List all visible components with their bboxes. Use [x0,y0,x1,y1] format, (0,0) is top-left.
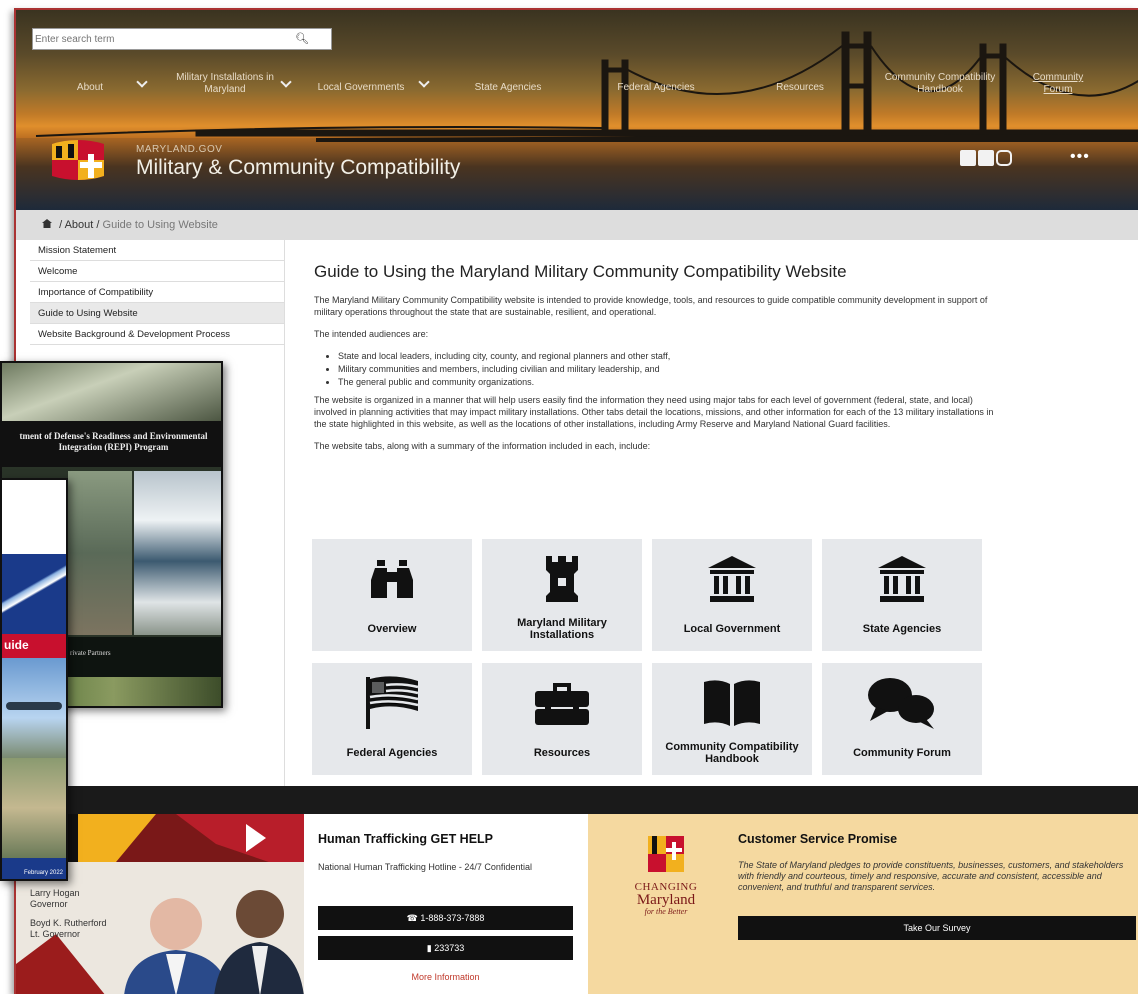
tabs-lead: The website tabs, along with a summary o… [314,441,651,451]
tile-overview[interactable]: Overview [312,539,472,651]
nav-local-governments[interactable]: Local Governments [312,82,410,94]
governor-title: Governor [30,899,68,909]
toolbox-icon [535,683,589,725]
page-title: Guide to Using the Maryland Military Com… [314,262,847,281]
guide-document-cover: uide February 2022 [0,478,68,881]
list-item: State and local leaders, including city,… [338,350,994,362]
logo-text-bottom: for the Better [644,907,688,916]
breadcrumb-separator: / [59,219,63,231]
facebook-icon[interactable] [960,150,976,166]
mobile-icon: ▮ [426,943,432,953]
tile-label: State Agencies [862,623,942,635]
sidebar: Mission Statement Welcome Importance of … [30,240,284,345]
us-flag-icon [366,676,419,729]
main-content: Guide to Using the Maryland Military Com… [314,262,994,462]
screenshot-canvas: 🔍︎ About Military Installations in Maryl… [0,0,1138,994]
breadcrumb-about[interactable]: About [65,219,94,231]
nav-resources[interactable]: Resources [760,82,840,94]
tile-label: Community Forum [853,747,951,759]
tile-label: Federal Agencies [346,747,438,759]
nav-military-installations[interactable]: Military Installations in Maryland [166,72,284,96]
tile-resources[interactable]: Resources [482,663,642,775]
tile-local-government[interactable]: Local Government [652,539,812,651]
logo-text-mid: Maryland [636,892,696,908]
search-box[interactable]: 🔍︎ [32,28,332,50]
binoculars-icon [371,560,413,598]
tile-federal-agencies[interactable]: Federal Agencies [312,663,472,775]
phone-number: 1-888-373-7888 [420,913,485,923]
sidebar-item-background[interactable]: Website Background & Development Process [30,324,284,345]
take-survey-button[interactable]: Take Our Survey [738,916,1136,940]
more-options-icon[interactable]: ••• [1070,148,1090,166]
site-header: 🔍︎ About Military Installations in Maryl… [16,10,1138,210]
tile-label: Resources [533,747,591,759]
tile-label: Overview [367,623,417,635]
text-button[interactable]: ▮ 233733 [318,936,573,960]
main-nav: About Military Installations in Maryland… [16,72,1138,102]
chevron-down-icon[interactable] [136,76,148,88]
maryland-flag-logo [52,140,104,180]
audiences-lead: The intended audiences are: [314,329,429,339]
castle-tower-icon [546,556,578,602]
nav-about[interactable]: About [68,82,112,94]
changing-maryland-logo: CHANGING Maryland for the Better [616,832,716,916]
breadcrumb-current: Guide to Using Website [102,219,218,231]
social-links [960,150,1014,171]
sidebar-item-welcome[interactable]: Welcome [30,261,284,282]
chat-bubbles-icon [868,678,934,729]
tile-community-handbook[interactable]: Community Compatibility Handbook [652,663,812,775]
intro-paragraph: The Maryland Military Community Compatib… [314,295,988,317]
tile-label: Community Compatibility Handbook [665,741,799,765]
tile-state-agencies[interactable]: State Agencies [822,539,982,651]
open-book-icon [704,680,760,726]
promise-title: Customer Service Promise [738,832,898,846]
nav-community-forum[interactable]: Community Forum [1018,72,1098,96]
lt-governor-title: Lt. Governor [30,929,81,939]
sidebar-divider [284,240,285,800]
search-icon[interactable]: 🔍︎ [295,32,309,45]
nav-community-handbook[interactable]: Community Compatibility Handbook [878,72,1002,96]
breadcrumb-separator: / [96,219,100,231]
lt-governor-name: Boyd K. Rutherford [30,918,107,928]
site-title[interactable]: Military & Community Compatibility [136,156,460,180]
nav-federal-agencies[interactable]: Federal Agencies [606,82,706,94]
home-icon[interactable] [42,219,52,228]
footer-bar [16,786,1138,814]
customer-service-panel: CHANGING Maryland for the Better Custome… [588,814,1138,994]
chevron-down-icon[interactable] [418,76,430,88]
audiences-list: State and local leaders, including city,… [314,350,994,388]
tile-label: Maryland Military Installations [517,617,607,641]
sidebar-item-mission[interactable]: Mission Statement [30,240,284,261]
government-building-icon [708,556,756,602]
cover-title: tment of Defense's Readiness and Environ… [2,421,221,467]
instagram-icon[interactable] [996,150,1012,166]
site-subtitle: MARYLAND.GOV [136,144,223,155]
list-item: Military communities and members, includ… [338,363,994,375]
organization-paragraph: The website is organized in a manner tha… [314,395,994,429]
tile-military-installations[interactable]: Maryland Military Installations [482,539,642,651]
tile-label: Local Government [683,623,781,635]
cover-date: February 2022 [2,858,66,879]
tab-tiles: Overview Maryland Military Installations… [312,529,982,777]
text-number: 233733 [434,943,465,953]
promise-text: The State of Maryland pledges to provide… [738,860,1124,892]
government-building-icon [878,556,926,602]
cover-band-text: uide [2,634,66,658]
maryland-flag-logo-small [648,836,684,872]
phone-button[interactable]: ☎︎ 1-888-373-7888 [318,906,573,930]
tile-community-forum[interactable]: Community Forum [822,663,982,775]
human-trafficking-panel: Human Trafficking GET HELP National Huma… [304,814,588,994]
trafficking-title: Human Trafficking GET HELP [318,832,494,846]
more-information-link[interactable]: More Information [318,972,573,982]
trafficking-text: National Human Trafficking Hotline - 24/… [318,862,532,872]
governor-name: Larry Hogan [30,888,80,898]
list-item: The general public and community organiz… [338,376,994,388]
twitter-icon[interactable] [978,150,994,166]
breadcrumb: / About / Guide to Using Website [16,210,1138,240]
nav-state-agencies[interactable]: State Agencies [458,82,558,94]
sidebar-item-importance[interactable]: Importance of Compatibility [30,282,284,303]
phone-icon: ☎︎ [406,913,418,923]
sidebar-item-guide[interactable]: Guide to Using Website [30,303,284,324]
search-input[interactable] [33,29,303,50]
